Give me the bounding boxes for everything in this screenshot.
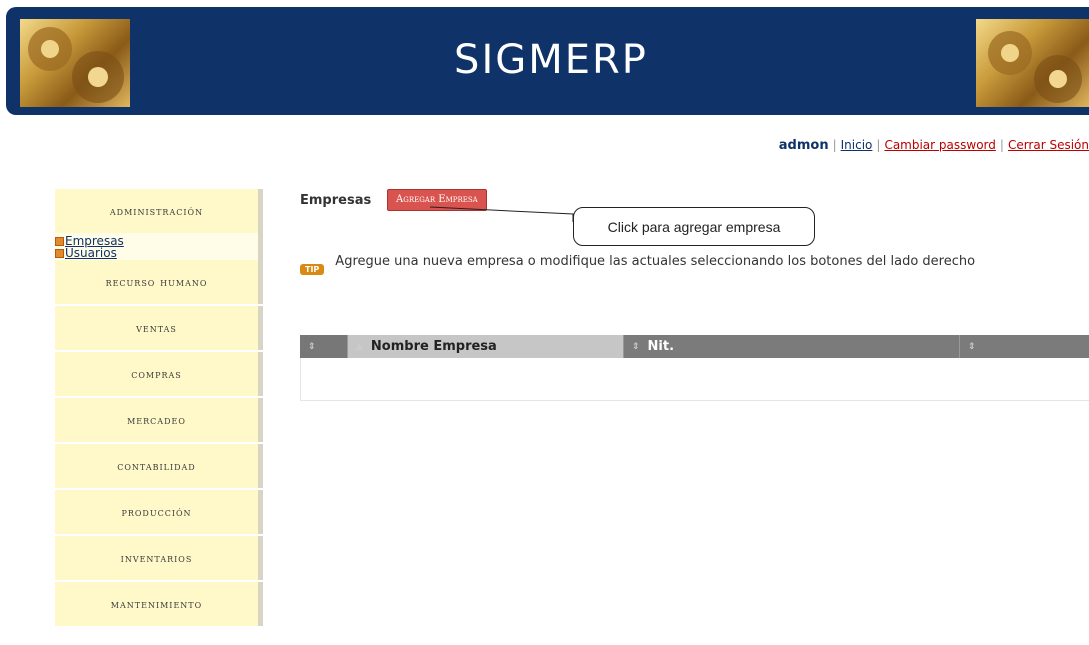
bullet-icon	[55, 236, 64, 246]
bullet-icon	[55, 248, 64, 258]
menu-inventarios[interactable]: Inventarios	[55, 536, 263, 580]
sort-icon: ⇕	[308, 341, 316, 352]
sidebar-menu: Administración Empresas Usuarios Recurso…	[55, 189, 263, 628]
user-toolbar: admon | Inicio | Cambiar password | Cerrar Ses…	[778, 138, 1089, 153]
change-password-link[interactable]: Cambiar password	[884, 138, 995, 152]
column-header-extra[interactable]: ⇕	[960, 335, 1089, 358]
sort-icon: ⇕	[632, 341, 640, 352]
menu-recurso-humano[interactable]: Recurso Humano	[55, 260, 263, 304]
sort-asc-icon: ▲	[356, 341, 363, 352]
menu-produccion[interactable]: Producción	[55, 490, 263, 534]
menu-compras[interactable]: Compras	[55, 352, 263, 396]
username: admon	[778, 138, 829, 153]
grid-header: ⇕ ▲ Nombre Empresa ⇕ Nit. ⇕	[300, 335, 1089, 358]
inicio-link[interactable]: Inicio	[841, 138, 873, 152]
add-company-button[interactable]: Agregar Empresa	[387, 189, 487, 211]
menu-mercadeo[interactable]: Mercadeo	[55, 398, 263, 442]
submenu-item-usuarios[interactable]: Usuarios	[55, 247, 258, 259]
app-header: SIGMERP	[6, 7, 1089, 115]
sort-icon: ⇕	[968, 341, 976, 352]
app-title: SIGMERP	[454, 37, 648, 83]
tip-text: Agregue una nueva empresa o modifique la…	[335, 254, 976, 269]
menu-ventas[interactable]: Ventas	[55, 306, 263, 350]
callout-annotation: Click para agregar empresa	[573, 207, 815, 246]
submenu-administracion: Empresas Usuarios	[55, 233, 263, 260]
tip-box: TIP Agregue una nueva empresa o modifiqu…	[300, 255, 980, 275]
page-title: Empresas	[300, 193, 372, 208]
companies-grid: ⇕ ▲ Nombre Empresa ⇕ Nit. ⇕	[300, 335, 1089, 401]
usuarios-link[interactable]: Usuarios	[65, 247, 117, 259]
grid-body	[300, 358, 1089, 401]
tip-badge: TIP	[300, 264, 325, 275]
column-header-nombre[interactable]: ▲ Nombre Empresa	[348, 335, 624, 358]
menu-mantenimiento[interactable]: mantenimiento	[55, 582, 263, 626]
gears-logo-right	[976, 19, 1089, 107]
menu-administracion[interactable]: Administración	[55, 189, 263, 233]
logout-link[interactable]: Cerrar Sesión	[1008, 138, 1089, 152]
menu-contabilidad[interactable]: Contabilidad	[55, 444, 263, 488]
column-header-nit[interactable]: ⇕ Nit.	[624, 335, 960, 358]
column-header-actions[interactable]: ⇕	[300, 335, 348, 358]
